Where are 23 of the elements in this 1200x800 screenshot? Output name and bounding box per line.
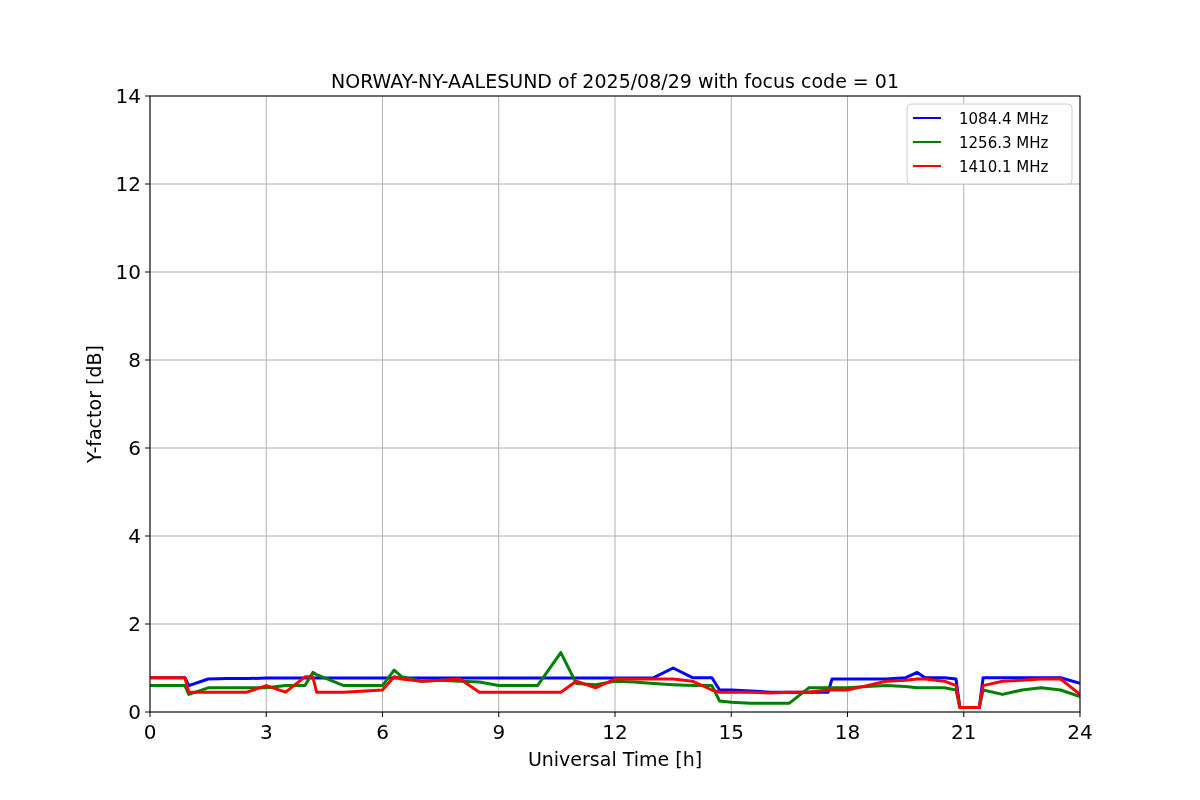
x-tick-label: 0 — [143, 720, 157, 744]
x-tick-label: 21 — [951, 720, 977, 744]
y-tick-label: 6 — [128, 436, 141, 460]
x-tick-label: 6 — [376, 720, 389, 744]
x-tick-label: 12 — [602, 720, 628, 744]
chart-title: NORWAY-NY-AALESUND of 2025/08/29 with focus code = 01 — [331, 70, 899, 92]
y-tick-label: 12 — [115, 172, 141, 196]
legend-label: 1410.1 MHz — [959, 158, 1049, 176]
y-tick-label: 14 — [115, 84, 141, 108]
y-tick-label: 10 — [115, 260, 141, 284]
y-tick-label: 2 — [128, 612, 141, 636]
y-tick-label: 0 — [128, 700, 141, 724]
legend-label: 1084.4 MHz — [959, 110, 1049, 128]
y-tick-label: 8 — [128, 348, 141, 372]
x-tick-label: 18 — [834, 720, 861, 744]
legend-label: 1256.3 MHz — [959, 134, 1049, 152]
x-tick-label: 3 — [259, 720, 273, 744]
x-axis-label: Universal Time [h] — [527, 748, 703, 770]
x-tick-label: 24 — [1067, 720, 1093, 744]
x-tick-label: 9 — [492, 720, 506, 744]
x-tick-label: 15 — [718, 720, 744, 744]
y-tick-label: 4 — [128, 524, 141, 548]
y-axis-label: Y-factor [dB] — [83, 345, 105, 463]
